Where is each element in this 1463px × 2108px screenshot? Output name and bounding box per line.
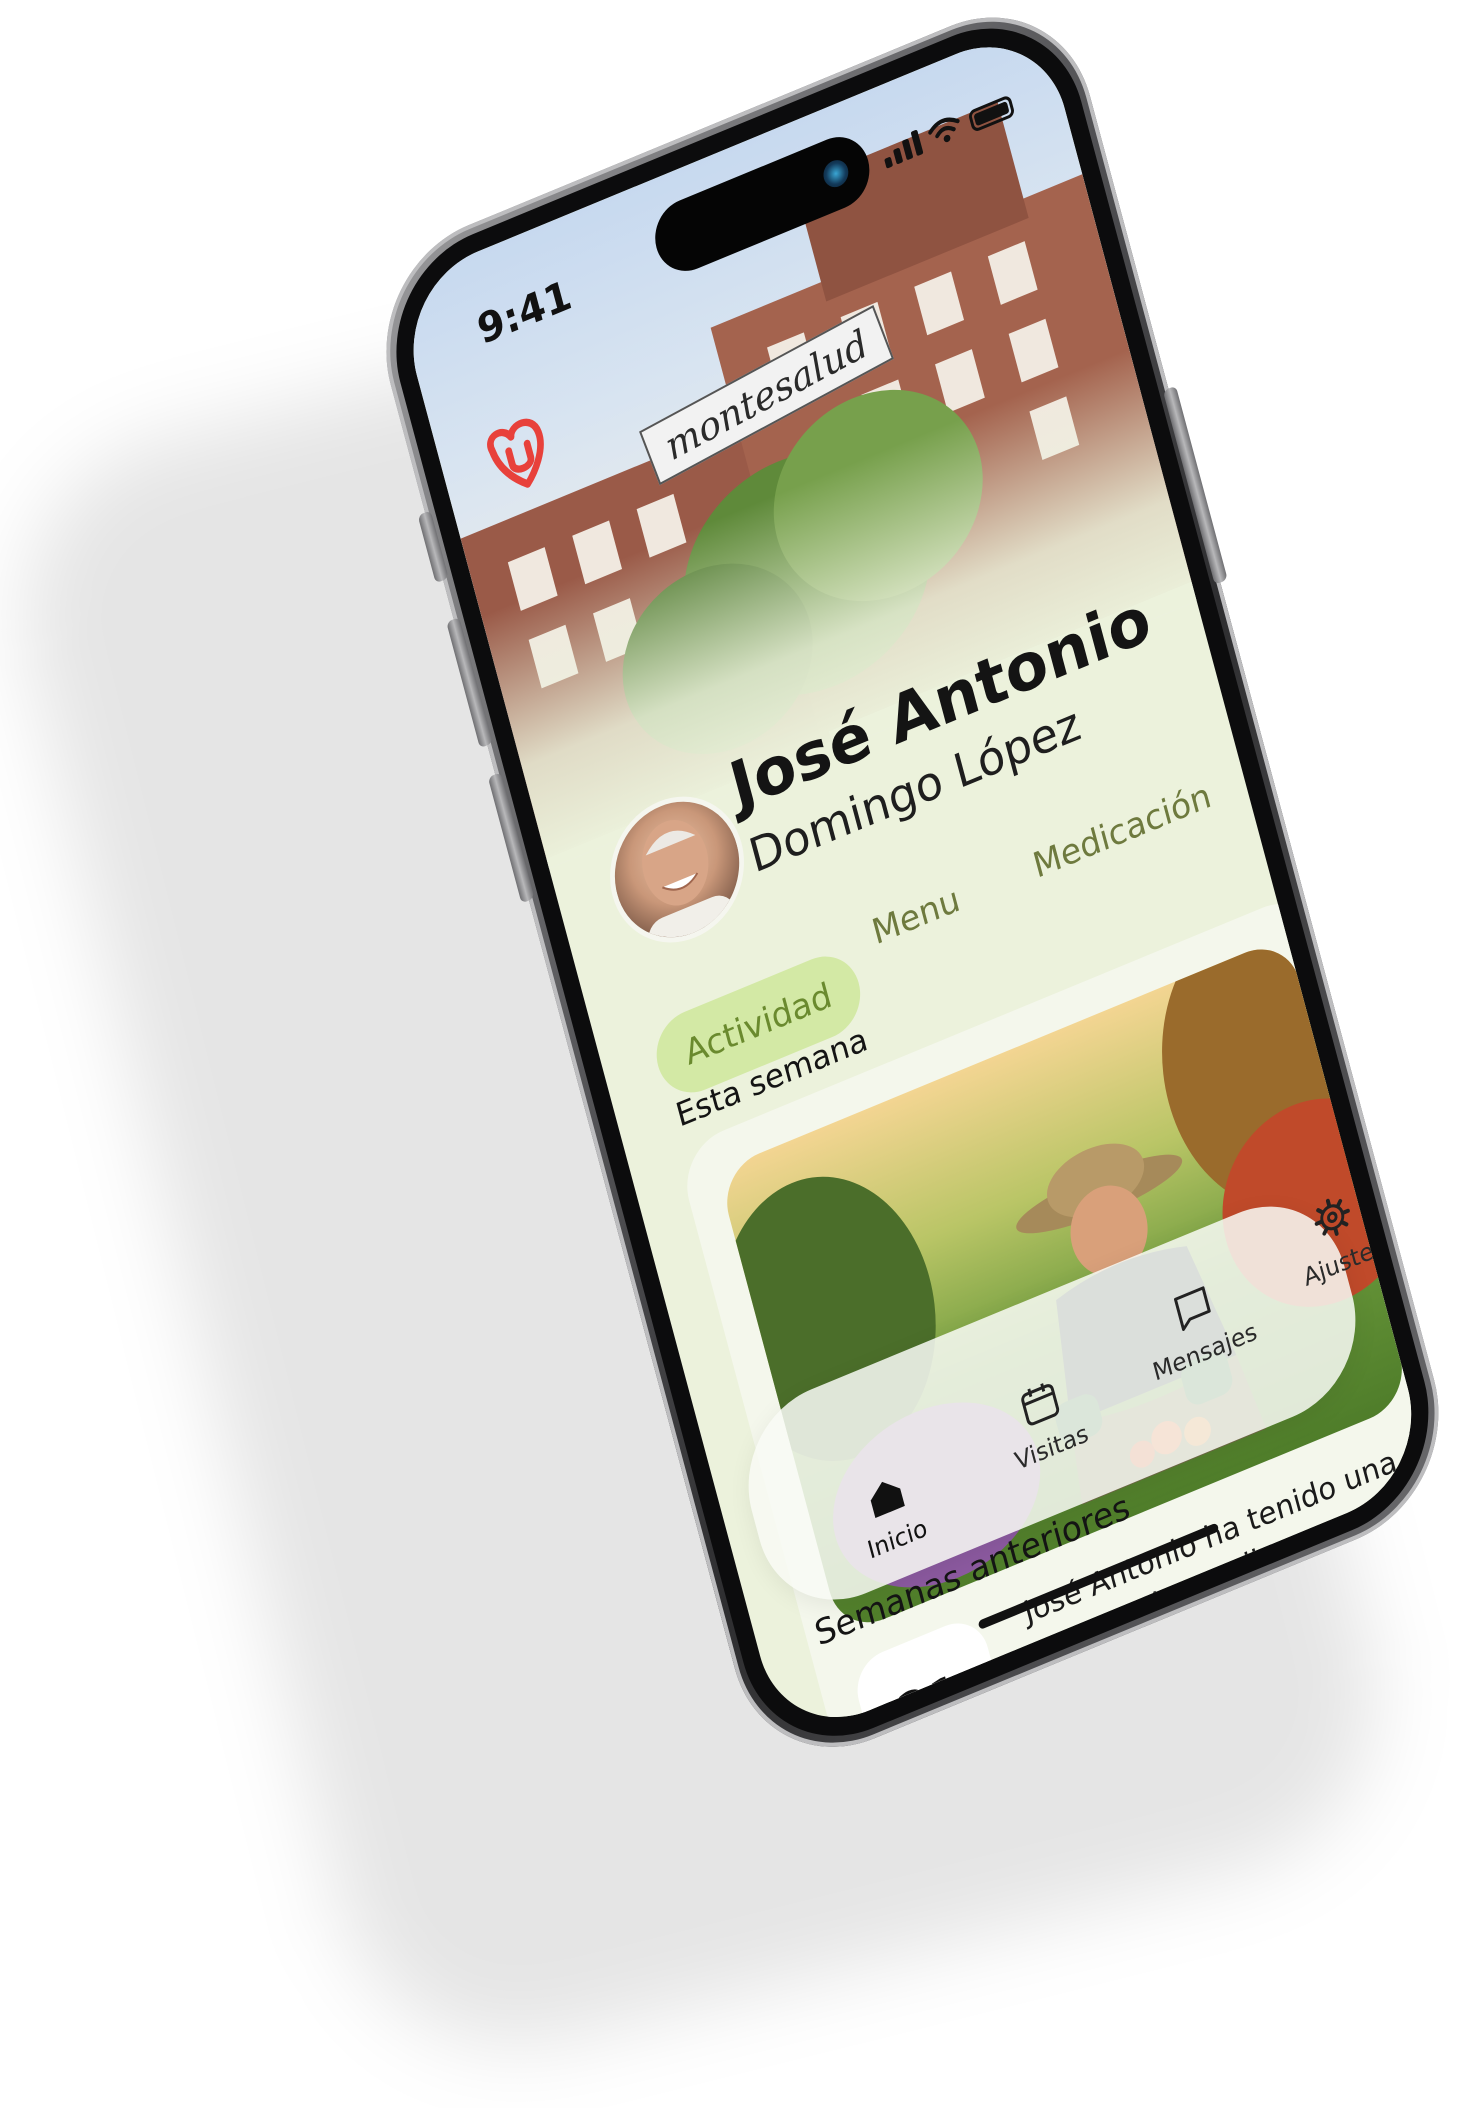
tabbar-label-visitas: Visitas (1011, 1418, 1092, 1476)
message-icon (1174, 1286, 1211, 1331)
tabbar-item-mensajes[interactable]: Mensajes (1119, 1259, 1278, 1394)
tabbar-item-visitas[interactable]: Visitas (965, 1355, 1124, 1490)
tabbar-label-inicio: Inicio (864, 1513, 931, 1565)
tabbar-label-mensajes: Mensajes (1149, 1316, 1260, 1387)
calendar-icon (1021, 1383, 1060, 1426)
home-icon (870, 1481, 905, 1519)
tab-menu[interactable]: Menu (835, 848, 997, 984)
camera-icon (820, 156, 852, 192)
tab-medicacion[interactable]: Medicación (996, 745, 1248, 918)
